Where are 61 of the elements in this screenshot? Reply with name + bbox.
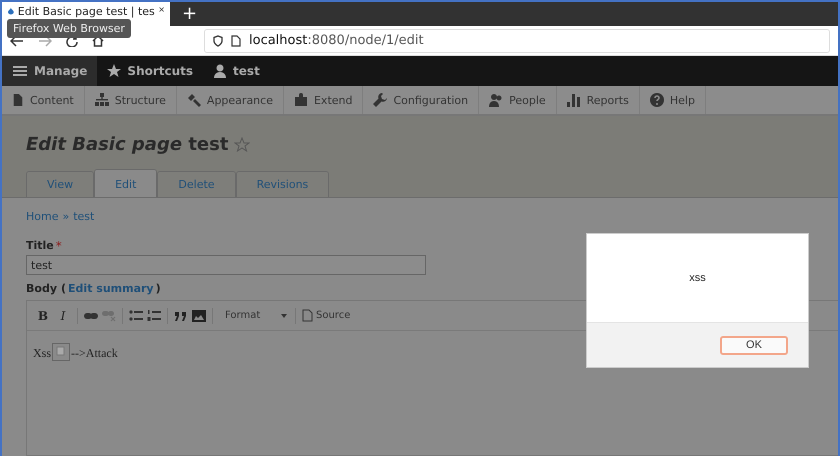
- page-title: Edit Basic page test: [26, 134, 228, 155]
- field-label: Title: [26, 239, 54, 252]
- admin-menu-item[interactable]: Structure: [84, 86, 177, 114]
- parenthesis: ): [156, 282, 161, 295]
- breadcrumb-link[interactable]: Home: [26, 210, 58, 223]
- breadcrumb-separator: »: [62, 210, 70, 223]
- admin-menu-item[interactable]: Appearance: [176, 86, 284, 114]
- field-label: Body: [26, 282, 57, 295]
- page-tab[interactable]: Delete: [157, 171, 236, 197]
- title-field[interactable]: test: [26, 255, 426, 275]
- source-button[interactable]: Source: [302, 309, 350, 322]
- wrench-icon: [373, 93, 388, 107]
- document-icon: [302, 309, 313, 322]
- ok-button[interactable]: OK: [720, 336, 788, 354]
- editor-text: -->Attack: [71, 346, 118, 361]
- toolbar-item[interactable]: Shortcuts: [97, 56, 204, 86]
- admin-menu-item[interactable]: Extend: [284, 86, 364, 114]
- page-tab[interactable]: Revisions: [236, 171, 330, 197]
- address-bar[interactable]: localhost:8080/node/1/edit: [204, 28, 830, 52]
- tooltip: Firefox Web Browser: [7, 19, 131, 38]
- bulleted-list-icon: [129, 308, 143, 322]
- editor-text: Xss: [33, 346, 52, 361]
- page-icon: [12, 93, 24, 107]
- new-tab-button[interactable]: +: [182, 2, 198, 26]
- unlink-icon: [102, 310, 116, 322]
- broken-image-icon: [52, 343, 70, 361]
- bold-button[interactable]: B: [35, 306, 51, 324]
- italic-button[interactable]: I: [55, 306, 71, 324]
- image-icon: [192, 308, 206, 322]
- toolbar-item[interactable]: Manage: [2, 56, 98, 86]
- url-text: localhost:8080/node/1/edit: [249, 33, 424, 48]
- toolbar-item[interactable]: test: [203, 56, 270, 86]
- admin-menu-item[interactable]: Content: [2, 86, 85, 114]
- admin-menu-item[interactable]: People: [479, 86, 557, 114]
- help-icon: [650, 93, 664, 107]
- star-icon: [107, 64, 122, 78]
- tab-title: Edit Basic page test | tes: [18, 5, 155, 18]
- admin-menu-item[interactable]: Reports: [556, 86, 640, 114]
- format-dropdown[interactable]: Format: [219, 310, 289, 321]
- menu-icon: [12, 64, 28, 78]
- admin-menu-item[interactable]: Help: [640, 86, 706, 114]
- caret-icon: [281, 314, 287, 318]
- close-icon: [158, 5, 164, 14]
- parenthesis: (: [61, 282, 66, 295]
- link-icon: [84, 310, 98, 320]
- page-icon: [231, 34, 241, 46]
- dialog-message: xss: [689, 272, 706, 284]
- shield-icon: [213, 34, 223, 46]
- numbered-list-icon: [147, 308, 161, 322]
- people-icon: [489, 93, 504, 107]
- user-icon: [213, 64, 228, 78]
- sitemap-icon: [94, 93, 109, 107]
- page-tab[interactable]: View: [26, 171, 94, 197]
- page-tab[interactable]: Edit: [94, 169, 158, 197]
- bar-chart-icon: [566, 93, 581, 107]
- required-mark: *: [56, 239, 62, 253]
- breadcrumb-link[interactable]: test: [73, 210, 94, 223]
- admin-menu-item[interactable]: Configuration: [363, 86, 480, 114]
- drop-icon: [8, 5, 14, 17]
- star-outline-icon: [234, 136, 250, 152]
- edit-summary-link[interactable]: Edit summary: [68, 282, 154, 295]
